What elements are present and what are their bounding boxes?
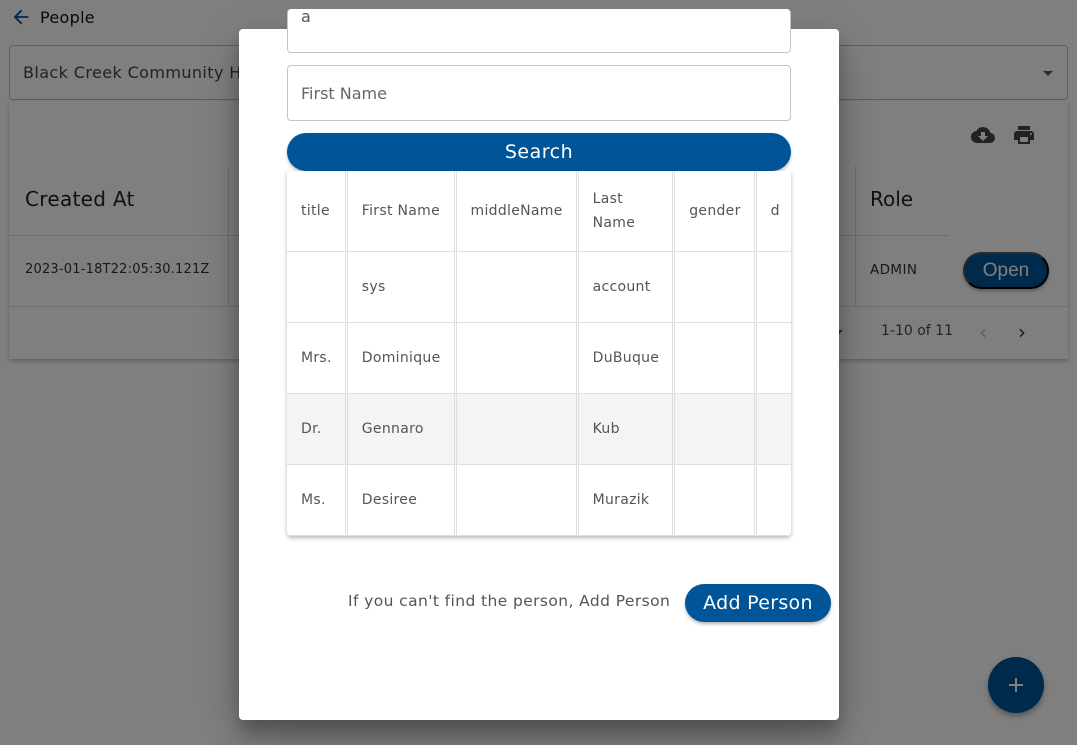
gender-cell (675, 394, 757, 465)
extra-cell (756, 394, 791, 465)
extra-cell (756, 323, 791, 394)
result-row[interactable]: sys account (287, 252, 791, 323)
column-header-gender[interactable]: gender (675, 171, 757, 252)
column-header-middle-name[interactable]: middleName (456, 171, 579, 252)
extra-cell (756, 465, 791, 536)
gender-cell (675, 252, 757, 323)
find-person-dialog: Search title First Name middleName Last … (239, 0, 839, 720)
last-name-cell: account (578, 252, 676, 323)
search-field-top[interactable] (287, 0, 791, 53)
first-name-cell: Desiree (347, 465, 457, 536)
search-button[interactable]: Search (287, 133, 791, 171)
title-cell: Ms. (287, 465, 348, 536)
first-name-field[interactable] (287, 65, 791, 121)
title-cell: Dr. (287, 394, 348, 465)
extra-cell (756, 252, 791, 323)
title-cell (287, 252, 348, 323)
results-table: title First Name middleName Last Name ge… (287, 171, 791, 536)
result-row[interactable]: Mrs. Dominique DuBuque (287, 323, 791, 394)
column-header-last-name[interactable]: Last Name (578, 171, 676, 252)
middle-name-cell (456, 465, 579, 536)
title-cell: Mrs. (287, 323, 348, 394)
column-header-first-name[interactable]: First Name (347, 171, 457, 252)
add-person-button[interactable]: Add Person (685, 584, 831, 622)
first-name-cell: sys (347, 252, 457, 323)
first-name-input[interactable] (301, 66, 790, 120)
first-name-cell: Dominique (347, 323, 457, 394)
result-row[interactable]: Ms. Desiree Murazik (287, 465, 791, 536)
first-name-cell: Gennaro (347, 394, 457, 465)
last-name-cell: Murazik (578, 465, 676, 536)
middle-name-cell (456, 252, 579, 323)
last-name-cell: Kub (578, 394, 676, 465)
top-search-input[interactable] (301, 0, 790, 38)
column-header-extra[interactable]: d (756, 171, 791, 252)
gender-cell (675, 323, 757, 394)
middle-name-cell (456, 394, 579, 465)
middle-name-cell (456, 323, 579, 394)
column-header-title[interactable]: title (287, 171, 348, 252)
gender-cell (675, 465, 757, 536)
results-header-row: title First Name middleName Last Name ge… (287, 171, 791, 252)
results-table-container[interactable]: title First Name middleName Last Name ge… (287, 171, 791, 536)
result-row[interactable]: Dr. Gennaro Kub (287, 394, 791, 465)
last-name-cell: DuBuque (578, 323, 676, 394)
not-found-hint: If you can't find the person, Add Person (348, 592, 671, 610)
